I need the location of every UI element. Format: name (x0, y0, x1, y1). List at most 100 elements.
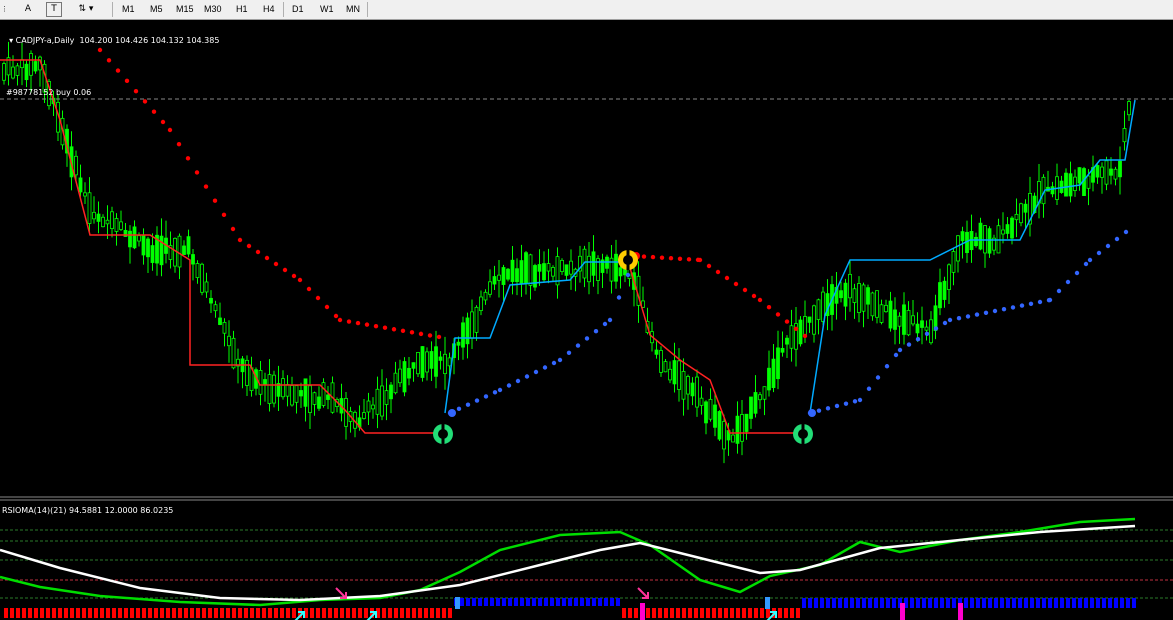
stop-dot-up (566, 350, 572, 355)
timeframe-d1[interactable]: D1 (288, 2, 308, 17)
candle (1059, 175, 1064, 194)
trend-line-up (809, 99, 1136, 414)
stop-dot-down (282, 267, 288, 273)
stop-dot-down (315, 295, 321, 301)
candle-body (870, 292, 875, 317)
histogram-bar (640, 603, 645, 620)
candle-body (263, 379, 267, 386)
candle (299, 382, 303, 409)
candle-body (492, 276, 497, 285)
candle (15, 63, 20, 86)
histogram-bar (730, 608, 734, 618)
candle-body (848, 273, 852, 299)
candle-body (425, 351, 429, 373)
timeframe-h1[interactable]: H1 (232, 2, 252, 17)
candle-body (11, 66, 15, 79)
histogram-bar (472, 598, 476, 606)
text-label-tool-button[interactable]: T (46, 2, 62, 17)
candle-body (1100, 166, 1104, 178)
candle (1127, 100, 1131, 121)
histogram-bar (724, 608, 728, 618)
histogram-bar (844, 598, 848, 608)
candle (825, 279, 830, 331)
candle-body (708, 398, 713, 420)
candle (425, 347, 429, 381)
text-tool-button[interactable]: A (20, 2, 36, 17)
candle (929, 311, 933, 345)
histogram-bar (544, 598, 548, 606)
stop-dot-down (733, 281, 739, 287)
candle (407, 356, 411, 386)
candle-body (506, 268, 510, 280)
candle-body (200, 263, 204, 293)
timeframe-m5[interactable]: M5 (146, 2, 167, 17)
chart-canvas[interactable] (0, 20, 1173, 620)
candle-body (843, 282, 848, 307)
candle (209, 290, 213, 314)
histogram-bar (292, 608, 296, 618)
candle-body (1050, 186, 1055, 195)
candle (609, 244, 614, 294)
candle-body (497, 274, 501, 281)
candle (987, 226, 992, 258)
histogram-bar (1108, 598, 1112, 608)
candle (1095, 164, 1100, 184)
timeframe-m1[interactable]: M1 (118, 2, 139, 17)
histogram-bar (112, 608, 116, 618)
candle (888, 291, 893, 332)
candle (654, 341, 659, 359)
candle (749, 396, 753, 429)
timeframe-h4[interactable]: H4 (259, 2, 279, 17)
arrows-tool-icon[interactable]: ⇅ ▾ (72, 2, 100, 17)
candle (119, 210, 123, 232)
candle-body (33, 61, 38, 72)
stop-dot-up (884, 364, 890, 369)
candle-body (173, 237, 177, 267)
stop-dot-up (866, 386, 872, 391)
order-line-label[interactable]: #98778152 buy 0.06 (6, 88, 91, 98)
histogram-bar (64, 608, 68, 618)
candle-body (267, 374, 272, 404)
candle (168, 231, 173, 269)
candle-body (861, 284, 866, 312)
histogram-bar (934, 598, 938, 608)
stop-dot-down (167, 127, 173, 133)
candle (11, 55, 15, 80)
histogram-bar (460, 598, 464, 606)
candle (641, 286, 645, 308)
candle (1019, 202, 1023, 227)
signal-line (0, 524, 1136, 602)
stop-dot-up (1037, 299, 1043, 305)
candle-body (956, 235, 960, 262)
histogram-bar (154, 608, 158, 618)
histogram-bar (10, 608, 14, 618)
candle (1014, 198, 1019, 238)
candle (1100, 162, 1104, 194)
candle-body (879, 304, 884, 323)
stop-dot-up (1019, 303, 1025, 308)
candle-body (659, 350, 663, 373)
candle (1064, 168, 1068, 197)
candle-body (501, 267, 506, 285)
candle-body (533, 265, 537, 288)
candle (564, 264, 569, 280)
candle (911, 299, 915, 327)
candle (384, 378, 389, 421)
candle-body (897, 315, 902, 327)
timeframe-mn[interactable]: MN (342, 2, 364, 17)
candle-body (222, 321, 227, 334)
candle (843, 278, 848, 321)
stop-dot-down (418, 331, 424, 337)
histogram-bar (196, 608, 200, 618)
timeframe-m15[interactable]: M15 (172, 2, 198, 17)
histogram-bar (922, 598, 926, 608)
timeframe-w1[interactable]: W1 (316, 2, 338, 17)
stop-dot-down (659, 255, 665, 260)
timeframe-m30[interactable]: M30 (200, 2, 226, 17)
candle-body (987, 228, 992, 254)
histogram-bar (484, 598, 488, 606)
candle (659, 346, 663, 377)
candle-body (434, 346, 438, 377)
candle-body (564, 264, 569, 276)
candle (605, 254, 609, 274)
